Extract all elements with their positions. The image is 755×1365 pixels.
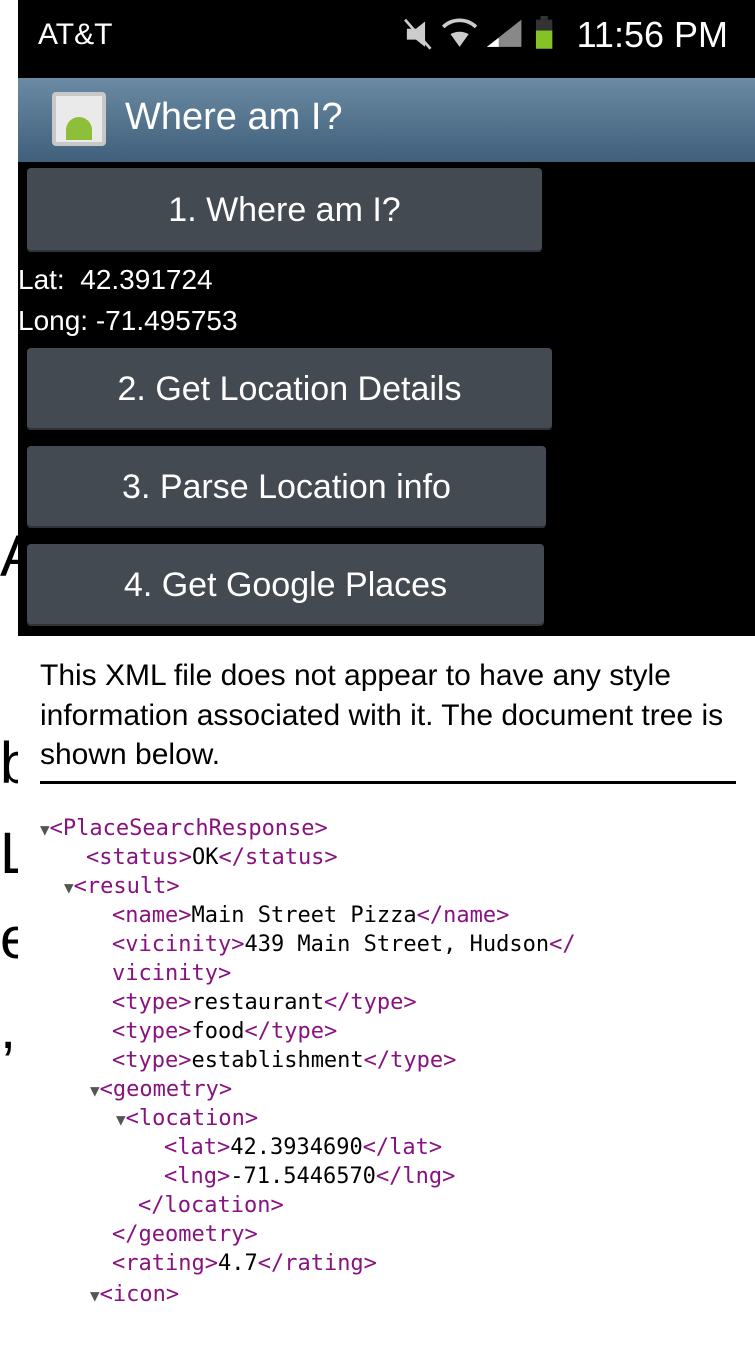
divider [40,781,736,784]
collapse-triangle-icon[interactable]: ▼ [64,878,74,897]
xml-tag: <type> [112,1019,192,1044]
xml-tag: </location> [138,1193,284,1218]
xml-line: vicinity> [112,959,231,988]
xml-tag: </lng> [375,1164,456,1189]
android-app-icon [52,92,106,146]
xml-tag: <status> [86,845,192,870]
xml-tree: ▼<PlaceSearchResponse> <status>OK</statu… [18,814,576,1365]
xml-tag: </rating> [257,1251,377,1276]
collapse-triangle-icon[interactable]: ▼ [40,820,50,839]
slide-text-fragment: , [0,996,17,1061]
xml-tag: </name> [416,903,510,928]
xml-tag: </type> [244,1019,338,1044]
clock: 11:56 PM [576,14,728,55]
xml-tag: <vicinity> [112,932,245,957]
xml-tag: </geometry> [112,1222,258,1247]
button-label: 3. Parse Location info [122,468,451,506]
xml-line: <type>establishment</type> [112,1046,456,1075]
battery-icon [535,16,553,49]
button-label: 1. Where am I? [168,191,401,229]
signal-icon [486,19,522,47]
get-location-details-button[interactable]: 2. Get Location Details [27,348,552,430]
xml-tag: <geometry> [99,1077,233,1102]
xml-tag: <lng> [164,1164,231,1189]
xml-tag: <name> [112,903,192,928]
xml-tag: <icon> [99,1282,180,1307]
xml-line: <vicinity>439 Main Street, Hudson</ [112,930,576,959]
xml-line: ▼<result> [64,872,180,902]
xml-line: </geometry> [112,1220,258,1249]
app-title: Where am I? [125,96,343,138]
mute-icon [404,18,432,50]
xml-line: <rating>4.7</rating> [112,1249,377,1278]
xml-value: OK [191,845,219,870]
xml-tag: </lat> [362,1135,443,1160]
parse-location-info-button[interactable]: 3. Parse Location info [27,446,546,528]
xml-viewer: This XML file does not appear to have an… [18,636,755,1317]
xml-line: </location> [138,1191,284,1220]
xml-value: 4.7 [217,1251,258,1276]
carrier-label: AT&T [38,18,113,51]
xml-value: restaurant [191,990,324,1015]
get-google-places-button[interactable]: 4. Get Google Places [27,544,544,626]
where-am-i-button[interactable]: 1. Where am I? [27,168,542,252]
latitude-text: Lat: 42.391724 [18,264,213,295]
wifi-icon [441,18,478,47]
xml-value: 42.3934690 [230,1135,363,1160]
xml-value: food [191,1019,245,1044]
xml-line: <lng>-71.5446570</lng> [164,1162,455,1191]
xml-tag: </type> [323,990,417,1015]
xml-line: <type>restaurant</type> [112,988,417,1017]
xml-tag: <type> [112,1048,192,1073]
xml-tag: </type> [363,1048,457,1073]
xml-line: <lat>42.3934690</lat> [164,1133,442,1162]
xml-line: <type>food</type> [112,1017,337,1046]
xml-line: ▼<geometry> [90,1075,232,1105]
xml-value: Main Street Pizza [191,903,417,928]
xml-value: -71.5446570 [230,1164,376,1189]
collapse-triangle-icon[interactable]: ▼ [90,1286,100,1305]
xml-tag: <rating> [112,1251,218,1276]
status-bar: AT&T 11:56 PM [18,0,755,78]
xml-line: ▼<icon> [90,1280,179,1310]
xml-line: <name>Main Street Pizza</name> [112,901,509,930]
xml-tag: </ [549,932,576,957]
xml-value: establishment [191,1048,364,1073]
collapse-triangle-icon[interactable]: ▼ [90,1081,100,1100]
xml-tag: <location> [125,1106,259,1131]
action-bar: Where am I? [18,78,755,162]
xml-line: ▼<location> [116,1104,258,1134]
longitude-text: Long: -71.495753 [18,305,238,336]
collapse-triangle-icon[interactable]: ▼ [116,1110,126,1129]
xml-tag: </status> [218,845,338,870]
button-label: 2. Get Location Details [117,370,462,408]
xml-tag: <type> [112,990,192,1015]
xml-tag: <PlaceSearchResponse> [49,816,328,841]
xml-line: ▼<PlaceSearchResponse> [40,814,328,844]
xml-tag: <lat> [164,1135,231,1160]
xml-line: <status>OK</status> [86,843,338,872]
xml-value: 439 Main Street, Hudson [244,932,550,957]
xml-style-notice: This XML file does not appear to have an… [40,659,724,772]
button-label: 4. Get Google Places [123,566,448,604]
xml-tag: <result> [73,874,180,899]
xml-tag: vicinity> [112,961,232,986]
